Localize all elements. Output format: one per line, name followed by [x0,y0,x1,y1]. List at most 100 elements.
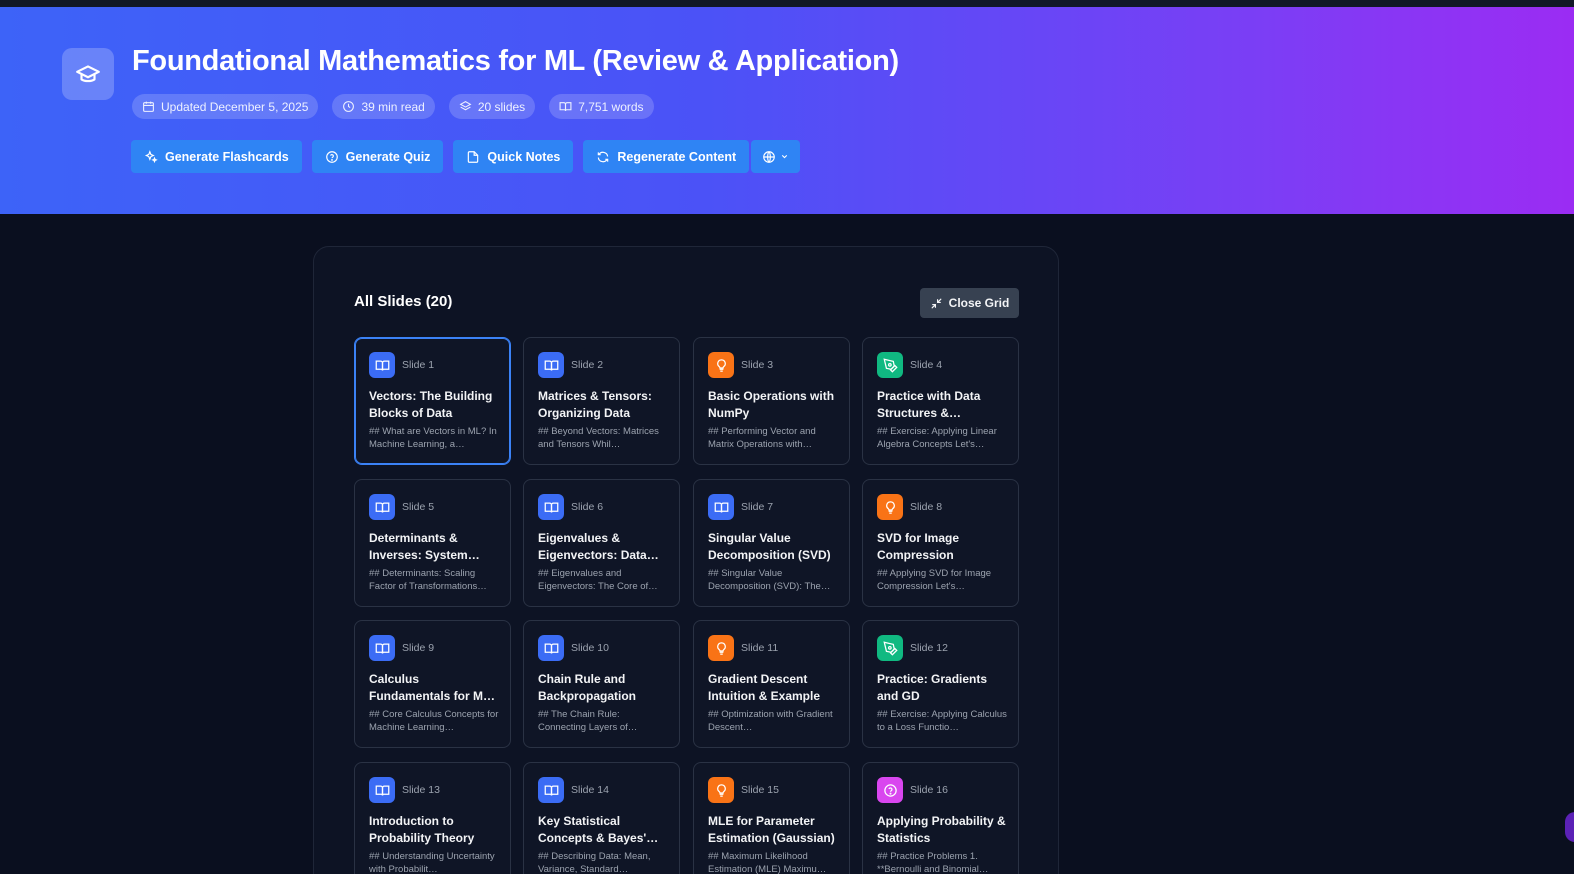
slide-title: Gradient Descent Intuition & Example [708,672,821,703]
slide-card[interactable]: Slide 12 Practice: Gradients and GD ## Exe… [862,620,1019,748]
globe-icon [763,150,775,163]
read-time-badge: 39 min read [332,94,435,119]
slide-number: Slide 7 [741,501,774,513]
slides-count-badge: 20 slides [448,94,536,119]
slide-title: Introduction to Probability Theory [369,814,475,845]
slide-card[interactable]: Slide 7 Singular Value Decomposition (SVD… [693,479,850,607]
slide-excerpt: ## Determinants: Scaling Factor of Trans… [369,568,487,592]
slide-excerpt: ## Describing Data: Mean, Variance, Stan… [538,851,651,874]
slide-card[interactable]: Slide 1 Vectors: The Building Blocks of D… [354,337,511,465]
slide-card[interactable]: Slide 5 Determinants & Inverses: System… #… [354,479,511,607]
pen-icon [877,635,903,661]
sparkles-icon [144,149,158,163]
slide-title: Key Statistical Concepts & Bayes'… [538,814,659,845]
regenerate-content-button[interactable]: Regenerate Content [583,140,750,173]
book-icon [369,494,395,520]
slide-number: Slide 14 [571,784,609,796]
calendar-icon [143,101,154,112]
generate-quiz-label: Generate Quiz [345,149,431,164]
slide-number: Slide 2 [571,359,604,371]
graduation-cap-icon [62,48,114,100]
slide-number: Slide 9 [402,642,435,654]
floating-widget[interactable] [1565,812,1574,842]
slide-title: Basic Operations with NumPy [708,389,835,420]
pen-icon [877,352,903,378]
slide-title: Matrices & Tensors: Organizing Data [538,389,652,420]
book-icon [538,494,564,520]
book-icon [369,777,395,803]
slide-excerpt: ## Understanding Uncertainty with Probab… [369,851,495,874]
generate-flashcards-button[interactable]: Generate Flashcards [131,140,302,173]
minimize-icon [931,298,942,308]
slide-title: Chain Rule and Backpropagation [538,672,637,703]
slide-card[interactable]: Slide 3 Basic Operations with NumPy ## Per… [693,337,850,465]
slide-card[interactable]: Slide 16 Applying Probability & Statistic… [862,762,1019,874]
lightbulb-icon [708,777,734,803]
slide-card[interactable]: Slide 4 Practice with Data Structures &… #… [862,337,1019,465]
book-icon [538,352,564,378]
slide-title: Applying Probability & Statistics [877,814,1006,845]
open-book-icon [559,102,572,111]
slide-excerpt: ## Exercise: Applying Linear Algebra Con… [877,426,997,450]
book-icon [708,494,734,520]
slide-card[interactable]: Slide 13 Introduction to Probability Theo… [354,762,511,874]
generate-quiz-button[interactable]: Generate Quiz [311,140,444,173]
word-count-text: 7,751 words [578,99,644,114]
slide-excerpt: ## Performing Vector and Matrix Operatio… [708,426,816,450]
slide-excerpt: ## Core Calculus Concepts for Machine Le… [369,709,499,733]
slide-number: Slide 5 [402,501,435,513]
slide-excerpt: ## Exercise: Applying Calculus to a Loss… [877,709,1007,733]
layers-icon [459,101,472,111]
quick-notes-button[interactable]: Quick Notes [453,140,574,173]
slide-card[interactable]: Slide 10 Chain Rule and Backpropagation ##… [523,620,680,748]
language-select-button[interactable] [751,140,801,173]
slide-title: Eigenvalues & Eigenvectors: Data… [538,531,659,562]
slide-number: Slide 6 [571,501,604,513]
meta-row: Updated December 5, 2025 39 min read 20 … [132,94,654,119]
chevron-down-icon [781,154,788,159]
slide-excerpt: ## Maximum Likelihood Estimation (MLE) M… [708,851,827,874]
slide-excerpt: ## Eigenvalues and Eigenvectors: The Cor… [538,568,658,592]
slide-number: Slide 11 [741,642,779,654]
slide-number: Slide 13 [402,784,440,796]
slide-excerpt: ## What are Vectors in ML? In Machine Le… [369,426,497,450]
refresh-icon [598,151,609,162]
slide-card[interactable]: Slide 14 Key Statistical Concepts & Bayes… [523,762,680,874]
grid-title: All Slides (20) [354,293,453,310]
close-grid-button[interactable]: Close Grid [920,288,1019,318]
course-header: Foundational Mathematics for ML (Review … [0,7,1574,214]
slide-number: Slide 12 [910,642,948,654]
slides-grid-panel: All Slides (20) Close Grid Slide 1 Vector… [313,246,1059,874]
book-icon [538,635,564,661]
slide-excerpt: ## Practice Problems 1. **Bernoulli and … [877,851,989,874]
updated-text: Updated December 5, 2025 [161,99,309,114]
slide-card[interactable]: Slide 11 Gradient Descent Intuition & Exa… [693,620,850,748]
slides-count-text: 20 slides [477,99,526,114]
question-icon [877,777,903,803]
clock-icon [343,101,355,112]
slide-title: Practice with Data Structures &… [877,389,981,420]
slide-title: Singular Value Decomposition (SVD) [708,531,831,562]
slide-title: Vectors: The Building Blocks of Data [369,389,493,420]
slide-card[interactable]: Slide 2 Matrices & Tensors: Organizing Da… [523,337,680,465]
slide-card[interactable]: Slide 15 MLE for Parameter Estimation (Ga… [693,762,850,874]
slide-number: Slide 10 [571,642,609,654]
slide-number: Slide 3 [741,359,774,371]
quick-notes-label: Quick Notes [487,149,561,164]
slide-card[interactable]: Slide 9 Calculus Fundamentals for ML Opti… [354,620,511,748]
lightbulb-icon [708,635,734,661]
slide-excerpt: ## The Chain Rule: Connecting Layers of… [538,709,638,733]
slide-title: Determinants & Inverses: System… [369,531,480,562]
regenerate-content-label: Regenerate Content [617,149,737,164]
slide-card[interactable]: Slide 8 SVD for Image Compression ## Apply… [862,479,1019,607]
slide-number: Slide 15 [741,784,779,796]
book-icon [538,777,564,803]
slide-card[interactable]: Slide 6 Eigenvalues & Eigenvectors: Data…… [523,479,680,607]
action-toolbar: Generate Flashcards Generate Quiz Quick … [131,140,801,173]
book-icon [369,352,395,378]
top-bar [0,0,1574,7]
page-title: Foundational Mathematics for ML (Review … [132,45,899,77]
slide-title: SVD for Image Compression [877,531,960,562]
slide-title: Practice: Gradients and GD [877,672,988,703]
help-circle-icon [325,150,338,163]
